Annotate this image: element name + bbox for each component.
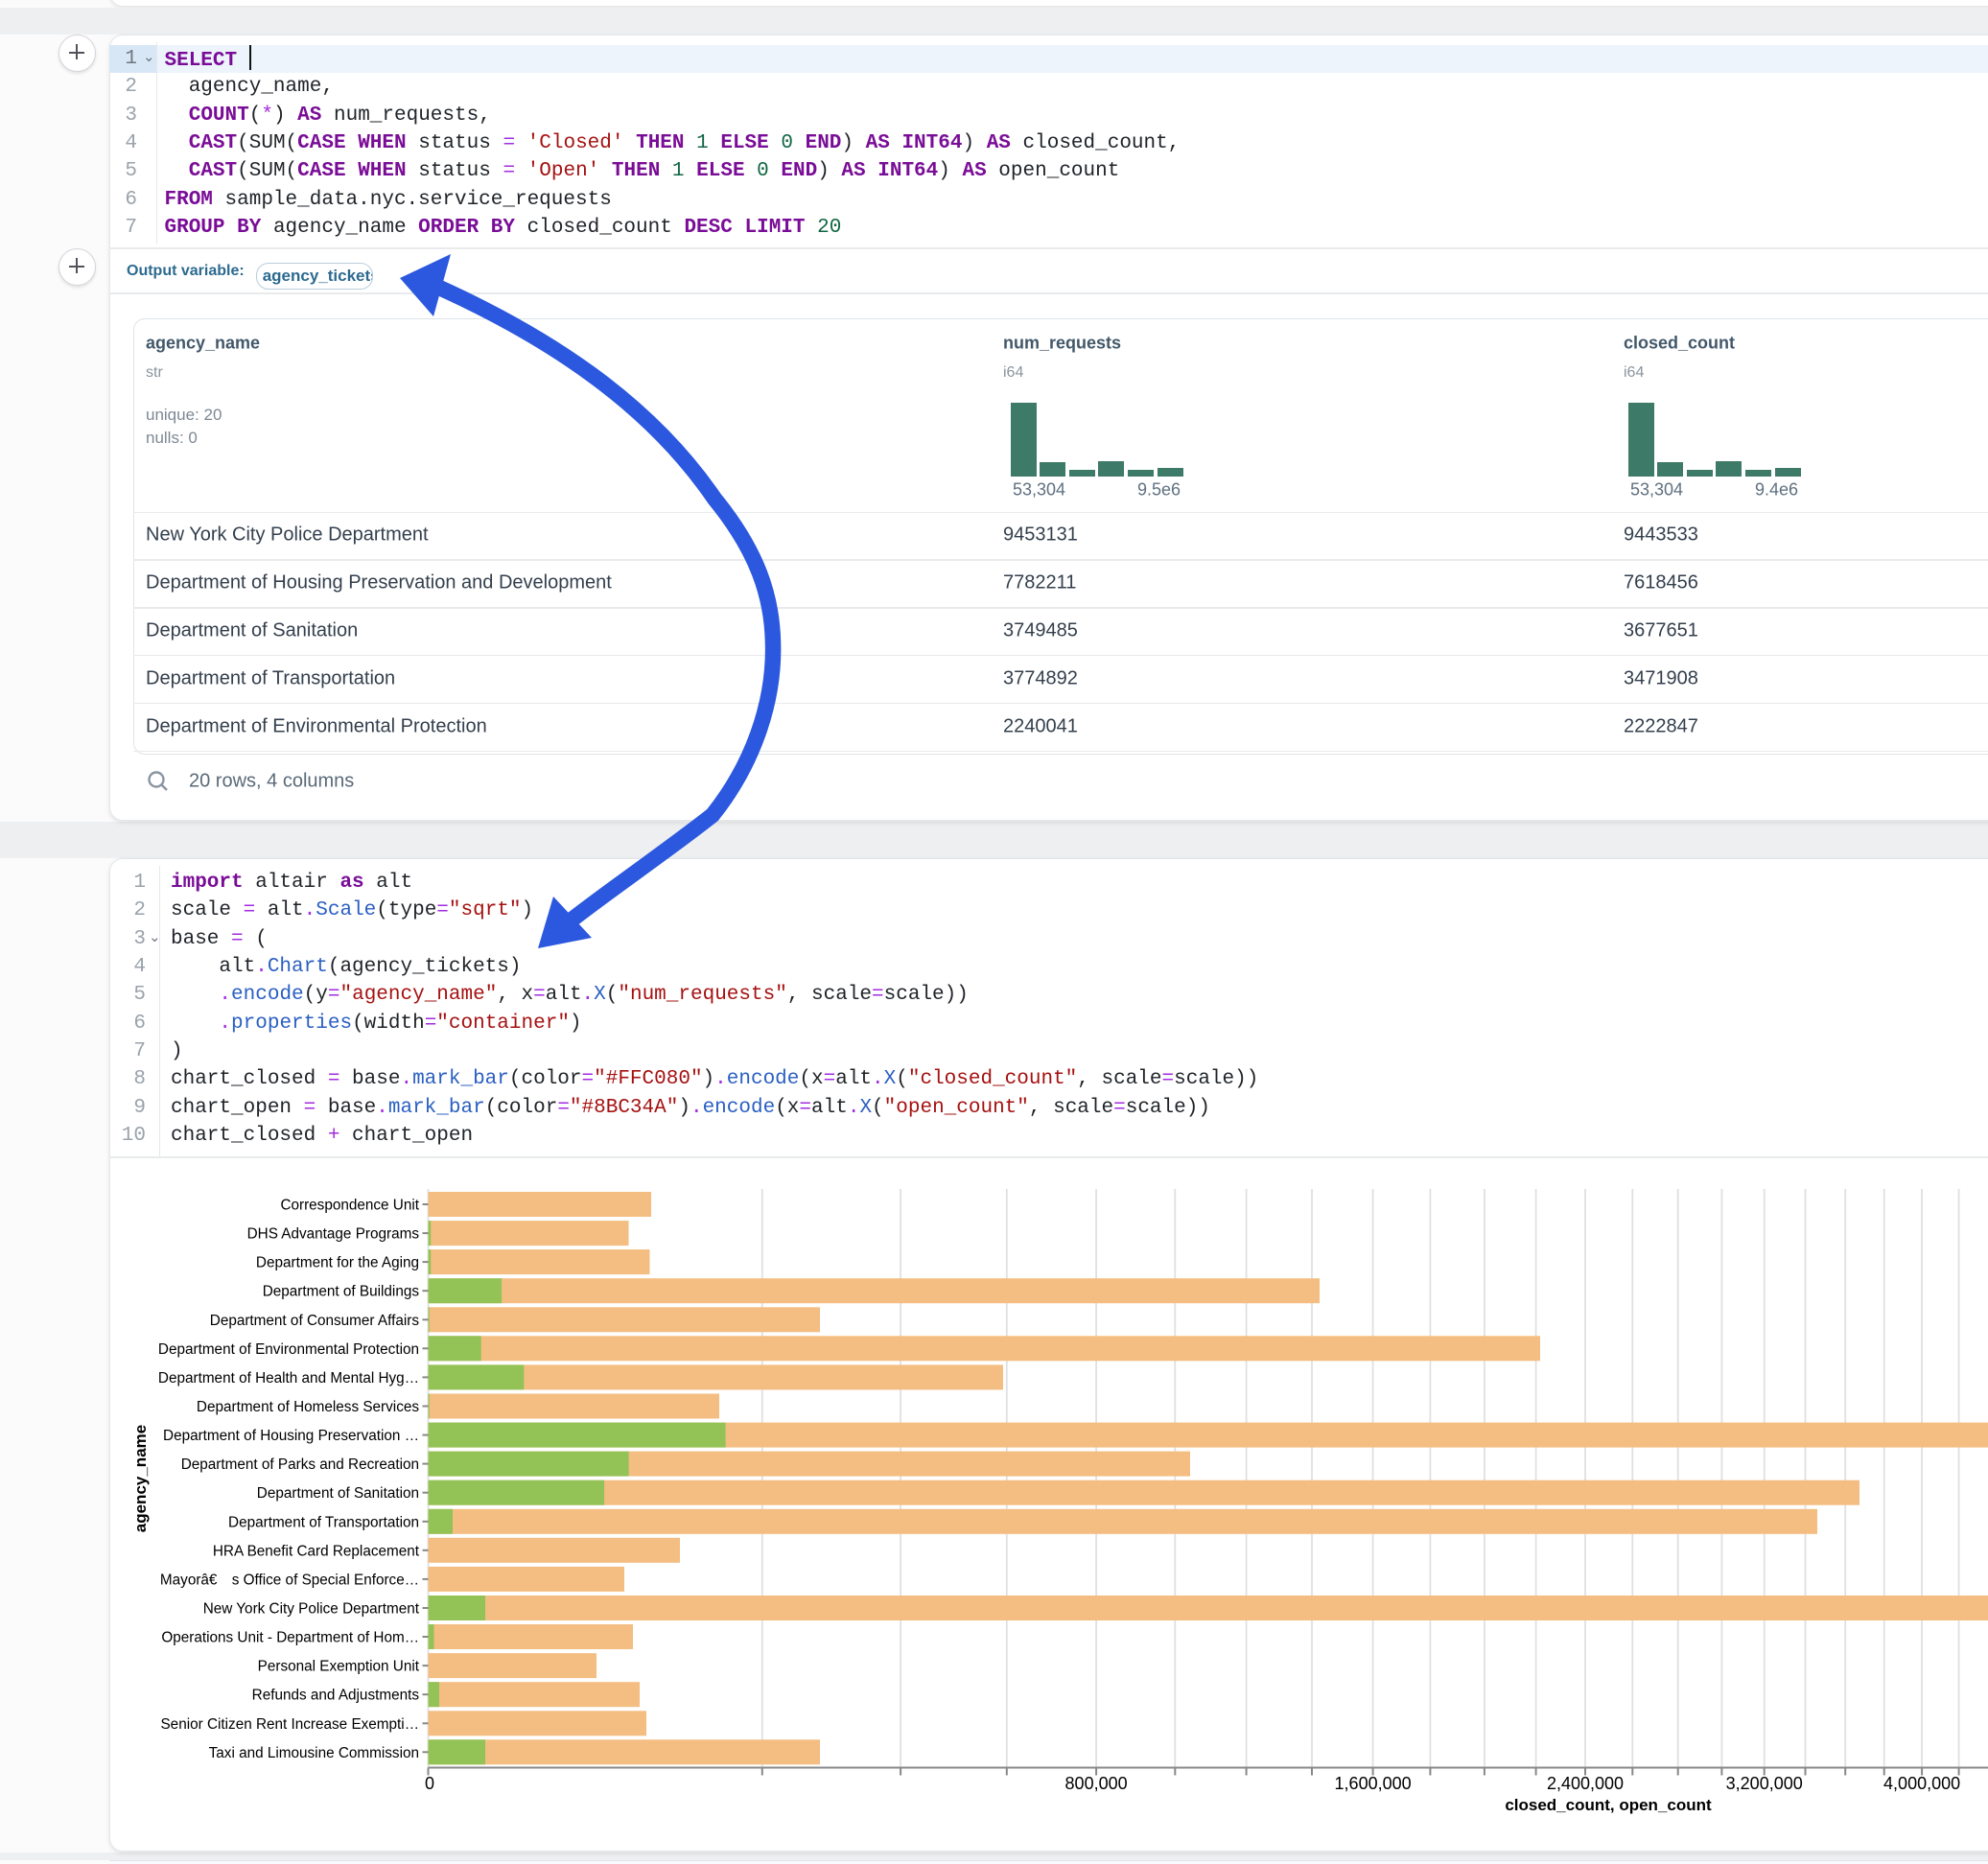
- svg-text:Department of Sanitation: Department of Sanitation: [257, 1485, 419, 1502]
- svg-text:0: 0: [425, 1774, 434, 1793]
- svg-text:HRA Benefit Card Replacement: HRA Benefit Card Replacement: [213, 1543, 420, 1559]
- svg-text:Department of Buildings: Department of Buildings: [263, 1284, 420, 1300]
- svg-text:Department of Health and Menta: Department of Health and Mental Hyg…: [158, 1370, 419, 1386]
- svg-text:Department of Transportation: Department of Transportation: [228, 1514, 419, 1530]
- svg-text:New York City Police Departmen: New York City Police Department: [203, 1601, 420, 1618]
- svg-text:Correspondence Unit: Correspondence Unit: [280, 1198, 419, 1214]
- svg-text:4,000,000: 4,000,000: [1883, 1774, 1960, 1793]
- svg-text:closed_count, open_count: closed_count, open_count: [1505, 1796, 1712, 1814]
- svg-text:Senior Citizen Rent Increase E: Senior Citizen Rent Increase Exempti…: [160, 1716, 419, 1733]
- svg-text:Taxi and Limousine Commission: Taxi and Limousine Commission: [209, 1745, 419, 1761]
- svg-text:2,400,000: 2,400,000: [1547, 1774, 1624, 1793]
- svg-text:1,600,000: 1,600,000: [1335, 1774, 1412, 1793]
- svg-text:Personal Exemption Unit: Personal Exemption Unit: [258, 1659, 420, 1675]
- svg-text:800,000: 800,000: [1065, 1774, 1128, 1793]
- svg-text:Refunds and Adjustments: Refunds and Adjustments: [252, 1688, 420, 1704]
- svg-text:Department of Parks and Recrea: Department of Parks and Recreation: [181, 1456, 419, 1473]
- svg-text:Department of Homeless Service: Department of Homeless Services: [197, 1399, 419, 1415]
- svg-text:Mayorâ€ s Office of Special En: Mayorâ€ s Office of Special Enforce…: [160, 1572, 419, 1588]
- svg-text:Department of Housing Preserva: Department of Housing Preservation …: [163, 1428, 419, 1444]
- svg-text:Department of Consumer Affairs: Department of Consumer Affairs: [210, 1313, 420, 1329]
- svg-text:Department for the Aging: Department for the Aging: [256, 1255, 419, 1271]
- svg-text:agency_name: agency_name: [131, 1425, 150, 1532]
- svg-text:3,200,000: 3,200,000: [1726, 1774, 1803, 1793]
- svg-text:Operations Unit - Department o: Operations Unit - Department of Hom…: [161, 1630, 419, 1646]
- svg-text:Department of Environmental Pr: Department of Environmental Protection: [158, 1341, 419, 1358]
- svg-text:DHS Advantage Programs: DHS Advantage Programs: [247, 1226, 420, 1243]
